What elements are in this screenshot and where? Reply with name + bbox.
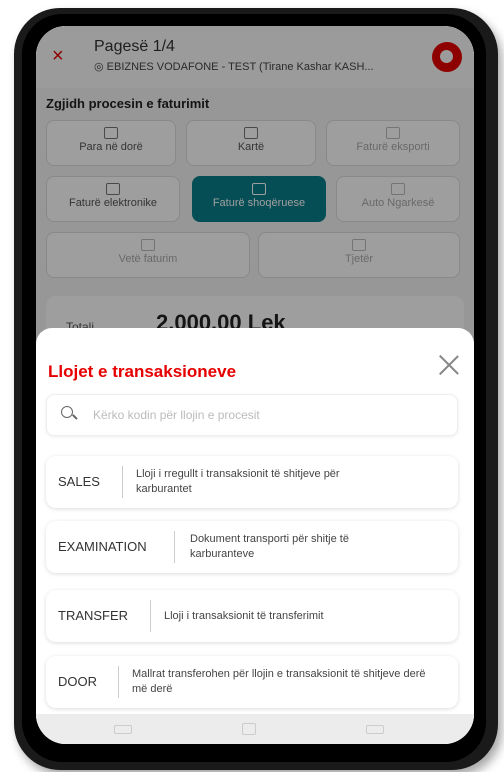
divider [150,600,151,632]
close-icon[interactable] [438,354,460,376]
search-input[interactable] [93,396,443,434]
transaction-description: Lloji i rregullt i transaksionit të shit… [136,468,340,495]
transaction-description: Dokument transporti për shitje të karbur… [190,533,349,560]
transaction-code: TRANSFER [58,608,129,623]
back-icon[interactable] [366,725,384,734]
sheet-title: Llojet e transaksioneve [48,362,237,381]
search-icon [61,406,75,420]
recent-apps-icon[interactable] [114,725,132,734]
transaction-item-examination[interactable]: EXAMINATION Dokument transporti për shit… [46,521,458,573]
transaction-code: DOOR [58,674,97,689]
transaction-item-transfer[interactable]: TRANSFER Lloji i transaksionit të transf… [46,590,458,642]
transaction-item-door[interactable]: DOOR Mallrat transferohen për llojin e t… [46,656,458,708]
divider [122,466,123,498]
home-icon[interactable] [242,723,256,735]
transaction-code: SALES [58,474,100,489]
system-nav-bar [36,714,474,744]
divider [118,666,119,698]
transaction-description: Lloji i transaksionit të transferimit [164,609,324,622]
search-box [46,394,458,436]
transaction-code: EXAMINATION [58,539,147,554]
transaction-description: Mallrat transferohen për llojin e transa… [132,668,426,695]
divider [174,531,175,563]
phone-screen: × Pagesë 1/4 ◎ EBIZNES VODAFONE - TEST (… [36,26,474,744]
transaction-types-sheet: Llojet e transaksioneve SALES Lloji i rr… [36,328,474,744]
transaction-item-sales[interactable]: SALES Lloji i rregullt i transaksionit t… [46,456,458,508]
